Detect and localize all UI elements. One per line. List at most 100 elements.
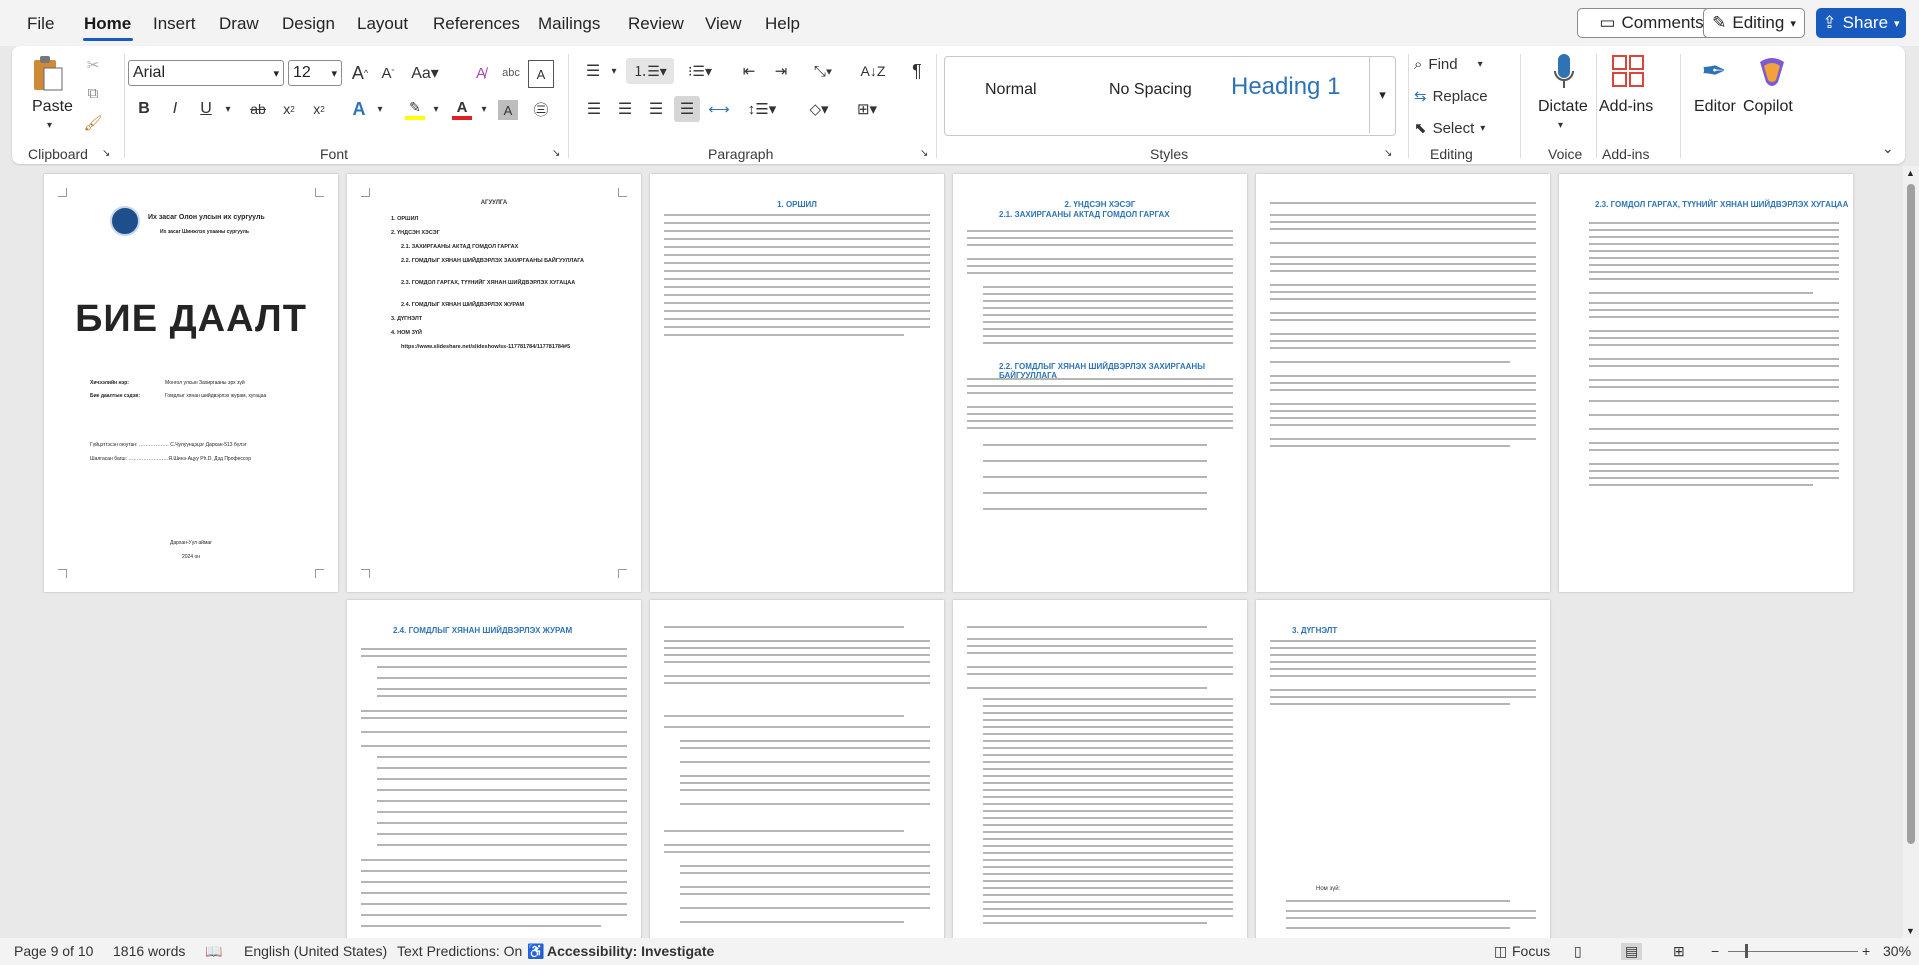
menu-help[interactable]: Help xyxy=(765,14,800,34)
style-heading1[interactable]: Heading 1 xyxy=(1231,73,1340,101)
change-case-icon[interactable]: Aa▾ xyxy=(408,60,442,86)
add-ins-label[interactable]: Add-ins xyxy=(1599,98,1653,116)
dialog-launcher-icon[interactable]: ↘ xyxy=(102,148,110,159)
text-direction-icon[interactable]: ⤡▾ xyxy=(805,58,841,84)
character-shading-icon[interactable]: A xyxy=(498,100,518,120)
menu-references[interactable]: References xyxy=(433,14,520,34)
replace-button[interactable]: ⇆ Replace xyxy=(1414,84,1488,108)
dialog-launcher-icon[interactable]: ↘ xyxy=(552,148,560,159)
highlight-color-icon[interactable]: ✎ xyxy=(402,96,428,122)
paste-icon[interactable] xyxy=(30,54,66,94)
toc-item[interactable]: 3. ДҮГНЭЛТ xyxy=(391,316,422,322)
align-center-icon[interactable]: ☰ xyxy=(613,96,637,122)
page-1[interactable]: Их засаг Олон улсын их сургууль Их засаг… xyxy=(44,174,338,592)
menu-design[interactable]: Design xyxy=(282,14,335,34)
menu-view[interactable]: View xyxy=(705,14,742,34)
web-layout-icon[interactable]: ⊞ xyxy=(1673,943,1685,960)
paste-label[interactable]: Paste xyxy=(32,98,73,116)
align-right-icon[interactable]: ☰ xyxy=(644,96,668,122)
document-canvas[interactable]: Их засаг Олон улсын их сургууль Их засаг… xyxy=(0,166,1900,938)
language[interactable]: English (United States) xyxy=(244,943,387,959)
bold-icon[interactable]: B xyxy=(133,96,155,122)
page-5[interactable] xyxy=(1256,174,1550,592)
page-8[interactable] xyxy=(650,600,944,938)
font-name-box[interactable]: Arial ▾ xyxy=(128,60,284,86)
font-size-box[interactable]: 12 ▾ xyxy=(288,60,342,86)
bullets-icon[interactable]: ☰ xyxy=(580,58,606,84)
multilevel-list-icon[interactable]: ⁝☰▾ xyxy=(682,58,718,84)
zoom-level[interactable]: 30% xyxy=(1883,943,1911,959)
page-4[interactable]: 2. ҮНДСЭН ХЭСЭГ 2.1. ЗАХИРГААНЫ АКТАД ГО… xyxy=(953,174,1247,592)
superscript-icon[interactable]: x2 xyxy=(306,96,332,122)
numbering-icon[interactable]: ⒈☰▾ xyxy=(626,58,674,84)
line-spacing-icon[interactable]: ↕☰▾ xyxy=(742,96,782,122)
focus-mode[interactable]: Focus xyxy=(1512,943,1550,959)
read-mode-icon[interactable]: ▯ xyxy=(1574,943,1582,960)
word-count[interactable]: 1816 words xyxy=(113,943,185,959)
decrease-indent-icon[interactable]: ⇤ xyxy=(736,58,762,84)
menu-review[interactable]: Review xyxy=(628,14,684,34)
strikethrough-icon[interactable]: ab xyxy=(245,96,271,122)
focus-icon[interactable]: ◫ xyxy=(1494,943,1507,960)
zoom-out-icon[interactable]: − xyxy=(1711,943,1719,959)
scrollbar-thumb[interactable] xyxy=(1907,184,1915,844)
menu-insert[interactable]: Insert xyxy=(153,14,196,34)
character-border-icon[interactable]: A xyxy=(528,60,554,88)
align-left-icon[interactable]: ☰ xyxy=(582,96,606,122)
toc-item[interactable]: 2.1. ЗАХИРГААНЫ АКТАД ГОМДОЛ ГАРГАХ xyxy=(401,244,518,250)
style-no-spacing[interactable]: No Spacing xyxy=(1109,81,1192,99)
menu-layout[interactable]: Layout xyxy=(357,14,408,34)
menu-mailings[interactable]: Mailings xyxy=(538,14,600,34)
clear-formatting-icon[interactable]: A̸ xyxy=(468,60,494,86)
toc-item[interactable]: 2.2. ГОМДЛЫГ ХЯНАН ШИЙДВЭРЛЭХ ЗАХИРГААНЫ… xyxy=(401,258,601,264)
chevron-down-icon[interactable]: ▾ xyxy=(478,96,490,122)
menu-file[interactable]: File xyxy=(27,14,54,34)
styles-expand-icon[interactable]: ▾ xyxy=(1369,57,1395,133)
toc-link[interactable]: https://www.slideshare.net/slideshow/ss-… xyxy=(401,344,570,350)
print-layout-icon[interactable]: ▤ xyxy=(1621,943,1643,960)
add-ins-icon[interactable] xyxy=(1610,52,1646,92)
editor-icon[interactable]: ✒ xyxy=(1694,50,1734,92)
scroll-up-icon[interactable]: ▲ xyxy=(1906,168,1915,178)
chevron-down-icon[interactable]: ▾ xyxy=(608,58,620,84)
scroll-down-icon[interactable]: ▼ xyxy=(1906,926,1915,936)
underline-icon[interactable]: U xyxy=(195,96,217,122)
borders-icon[interactable]: ⊞▾ xyxy=(848,96,886,122)
toc-item[interactable]: 4. НОМ ЗҮЙ xyxy=(391,330,422,336)
cut-icon[interactable]: ✂ xyxy=(82,54,104,76)
show-formatting-marks-icon[interactable]: ¶ xyxy=(904,58,930,84)
format-painter-icon[interactable]: 🖌 xyxy=(82,112,104,134)
grow-font-icon[interactable]: A ^ xyxy=(348,60,372,86)
zoom-slider-thumb[interactable] xyxy=(1745,944,1748,958)
page-10[interactable]: 3. ДҮГНЭЛТ Ном зүй: xyxy=(1256,600,1550,938)
zoom-in-icon[interactable]: + xyxy=(1862,943,1870,959)
copy-icon[interactable]: ⧉ xyxy=(82,82,104,104)
editor-label[interactable]: Editor xyxy=(1694,98,1736,116)
find-button[interactable]: ⌕ Find ▾ xyxy=(1414,52,1483,76)
toc-item[interactable]: 2.3. ГОМДОЛ ГАРГАХ, ТҮҮНИЙГ ХЯНАН ШИЙДВЭ… xyxy=(401,280,601,286)
shrink-font-icon[interactable]: Aˇ xyxy=(376,60,400,86)
chevron-down-icon[interactable]: ▾ xyxy=(222,96,234,122)
italic-icon[interactable]: I xyxy=(164,96,186,122)
chevron-down-icon[interactable]: ▾ xyxy=(1558,120,1563,131)
menu-home[interactable]: Home xyxy=(84,14,131,34)
justify-icon[interactable]: ☰ xyxy=(674,96,700,122)
chevron-down-icon[interactable]: ▾ xyxy=(374,96,386,122)
font-color-icon[interactable]: A xyxy=(449,96,475,122)
dialog-launcher-icon[interactable]: ↘ xyxy=(1384,148,1392,159)
toc-item[interactable]: 2. ҮНДСЭН ХЭСЭГ xyxy=(391,230,440,236)
editing-mode-button[interactable]: ✎ Editing ▾ xyxy=(1703,8,1805,38)
enclose-characters-icon[interactable]: ㊂ xyxy=(528,96,554,122)
toc-item[interactable]: 1. ОРШИЛ xyxy=(391,216,418,222)
share-button[interactable]: ⇪ Share ▾ xyxy=(1816,8,1906,38)
subscript-icon[interactable]: x2 xyxy=(276,96,302,122)
shading-icon[interactable]: ◇▾ xyxy=(800,96,838,122)
chevron-down-icon[interactable]: ▾ xyxy=(430,96,442,122)
page-9[interactable] xyxy=(953,600,1247,938)
page-3[interactable]: 1. ОРШИЛ xyxy=(650,174,944,592)
phonetic-guide-icon[interactable]: abc xyxy=(498,60,524,86)
menu-draw[interactable]: Draw xyxy=(219,14,259,34)
select-button[interactable]: ⬉ Select ▾ xyxy=(1414,116,1485,140)
collapse-ribbon-icon[interactable]: ⌄ xyxy=(1882,140,1894,157)
text-effects-icon[interactable]: A xyxy=(346,96,372,122)
